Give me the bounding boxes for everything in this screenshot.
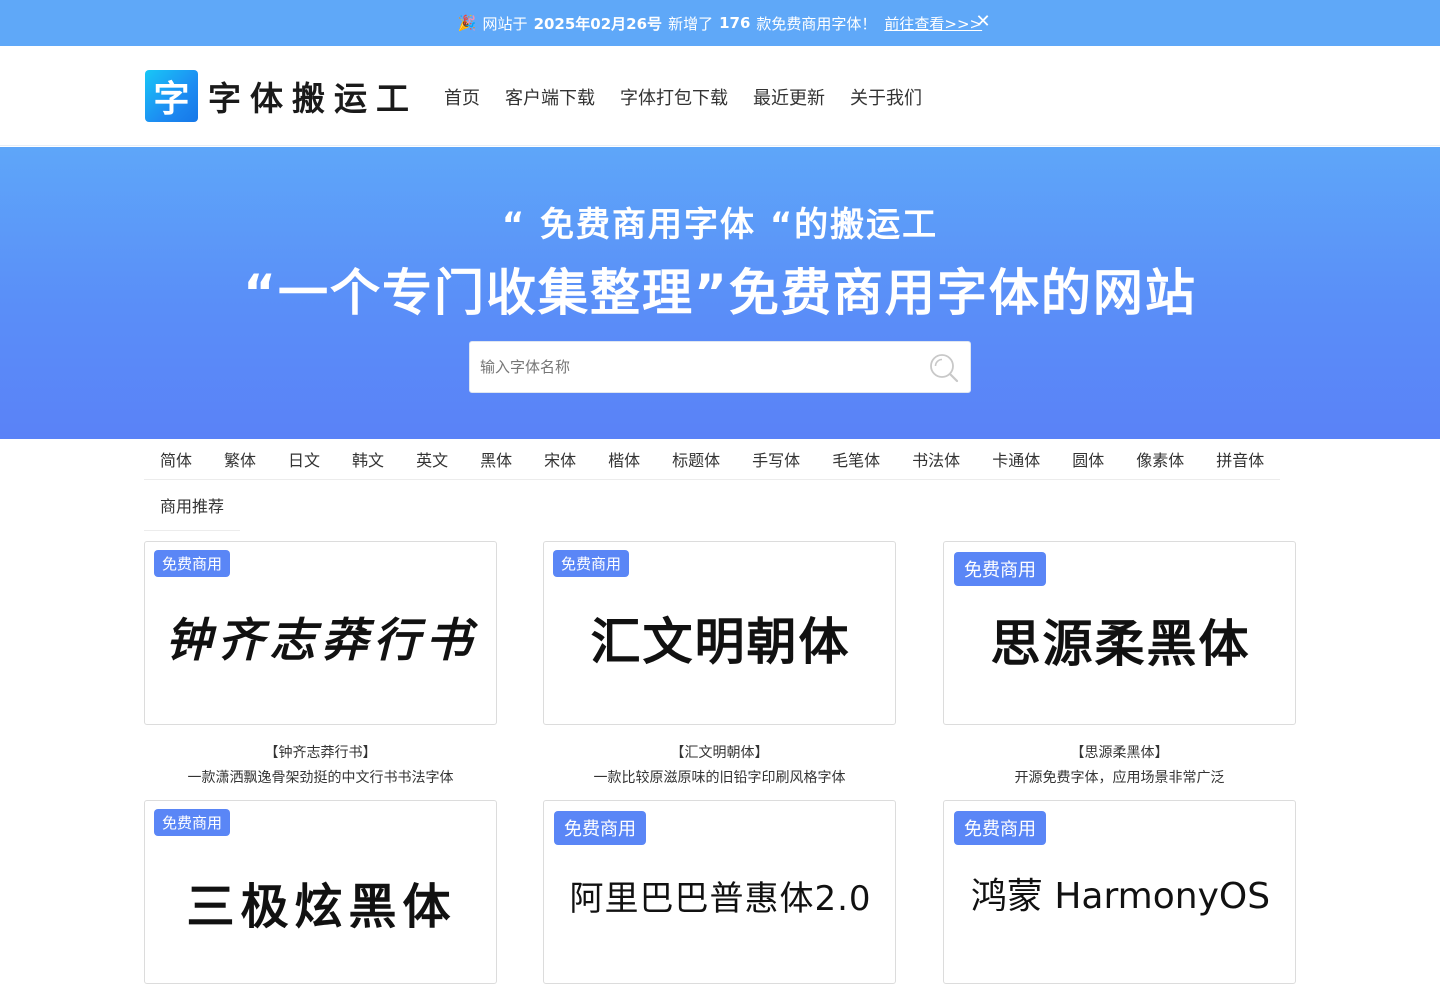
category-english[interactable]: 英文 (400, 447, 464, 471)
font-card[interactable]: 免费商用 思源柔黑体 【思源柔黑体】 开源免费字体，应用场景非常广泛 (943, 541, 1296, 787)
font-sample: 三极炫黑体 (186, 879, 457, 935)
font-description: 开源免费字体，应用场景非常广泛 (1014, 770, 1225, 786)
search-box (469, 341, 971, 393)
announcement-middle: 新增了 (668, 14, 714, 33)
category-pinyin[interactable]: 拼音体 (1200, 447, 1280, 471)
category-row: 简体 繁体 日文 韩文 英文 黑体 宋体 楷体 标题体 手写体 毛笔体 书法体 … (144, 439, 1280, 480)
nav-item-bundle-download[interactable]: 字体打包下载 (620, 84, 728, 110)
font-sample: 钟齐志莽行书 (165, 613, 478, 667)
site-logo[interactable]: 字 字体搬运工 (145, 70, 418, 122)
font-description: 一款潇洒飘逸骨架劲挺的中文行书书法字体 (187, 770, 454, 786)
free-commercial-badge: 免费商用 (154, 809, 231, 836)
announcement-suffix: 款免费商用字体！ (756, 14, 877, 33)
font-card[interactable]: 免费商用 钟齐志莽行书 【钟齐志莽行书】 一款潇洒飘逸骨架劲挺的中文行书书法字体 (144, 541, 497, 787)
category-filter: 简体 繁体 日文 韩文 英文 黑体 宋体 楷体 标题体 手写体 毛笔体 书法体 … (144, 439, 1280, 531)
hero-banner: “ 免费商用字体 “的搬运工 “一个专门收集整理”免费商用字体的网站 (0, 147, 1440, 439)
font-sample: 汇文明朝体 (590, 612, 851, 671)
font-card[interactable]: 免费商用 汇文明朝体 【汇文明朝体】 一款比较原滋原味的旧铅字印刷风格字体 (543, 541, 896, 787)
font-title[interactable]: 【汇文明朝体】 (543, 742, 896, 762)
category-traditional[interactable]: 繁体 (208, 447, 272, 471)
font-description: 一款比较原滋原味的旧铅字印刷风格字体 (593, 770, 846, 786)
site-header: 字 字体搬运工 首页 客户端下载 字体打包下载 最近更新 关于我们 (0, 46, 1440, 146)
logo-name: 字体搬运工 (208, 79, 418, 118)
announcement-message: 🎉 网站于 2025年02月26号 新增了 176 款免费商用字体！ 前往查看>… (458, 13, 982, 34)
category-calligraphy[interactable]: 书法体 (896, 447, 976, 471)
category-korean[interactable]: 韩文 (336, 447, 400, 471)
free-commercial-badge: 免费商用 (154, 550, 231, 577)
category-pixel[interactable]: 像素体 (1120, 447, 1200, 471)
nav-item-about[interactable]: 关于我们 (850, 84, 922, 110)
nav-item-recent-updates[interactable]: 最近更新 (753, 84, 825, 110)
main-nav: 首页 客户端下载 字体打包下载 最近更新 关于我们 (444, 84, 922, 110)
category-commercial-recommended[interactable]: 商用推荐 (144, 480, 241, 531)
category-title[interactable]: 标题体 (656, 447, 736, 471)
party-popper-icon: 🎉 (457, 14, 477, 32)
free-commercial-badge: 免费商用 (954, 552, 1046, 586)
category-song[interactable]: 宋体 (528, 447, 592, 471)
category-japanese[interactable]: 日文 (272, 447, 336, 471)
font-card[interactable]: 免费商用 鸿蒙 HarmonyOS (943, 800, 1296, 984)
category-kai[interactable]: 楷体 (592, 447, 656, 471)
font-card[interactable]: 免费商用 三极炫黑体 (144, 800, 497, 984)
hero-tagline: “ 免费商用字体 “的搬运工 (501, 205, 939, 245)
font-sample: 思源柔黑体 (990, 615, 1251, 673)
nav-item-client-download[interactable]: 客户端下载 (505, 84, 595, 110)
announcement-date: 2025年02月26号 (533, 14, 663, 33)
font-sample: 阿里巴巴普惠体2.0 (569, 879, 872, 919)
close-icon[interactable]: ✕ (972, 11, 994, 33)
font-preview[interactable]: 免费商用 阿里巴巴普惠体2.0 (543, 800, 896, 984)
free-commercial-badge: 免费商用 (554, 811, 646, 845)
category-brush[interactable]: 毛笔体 (816, 447, 896, 471)
font-preview[interactable]: 免费商用 钟齐志莽行书 (144, 541, 497, 725)
category-row: 商用推荐 (144, 480, 1280, 531)
category-cartoon[interactable]: 卡通体 (976, 447, 1056, 471)
announcement-link[interactable]: 前往查看>>> (884, 13, 982, 34)
announcement-bar: 🎉 网站于 2025年02月26号 新增了 176 款免费商用字体！ 前往查看>… (0, 0, 1440, 46)
announcement-prefix: 网站于 (482, 14, 528, 33)
logo-mark: 字 (145, 70, 198, 122)
category-rounded[interactable]: 圆体 (1056, 447, 1120, 471)
font-sample: 鸿蒙 HarmonyOS (970, 876, 1271, 917)
font-preview[interactable]: 免费商用 三极炫黑体 (144, 800, 497, 984)
font-preview[interactable]: 免费商用 鸿蒙 HarmonyOS (943, 800, 1296, 984)
nav-item-home[interactable]: 首页 (444, 84, 480, 110)
font-preview[interactable]: 免费商用 汇文明朝体 (543, 541, 896, 725)
announcement-count: 176 (719, 14, 751, 32)
category-hei[interactable]: 黑体 (464, 447, 528, 471)
category-handwriting[interactable]: 手写体 (736, 447, 816, 471)
free-commercial-badge: 免费商用 (553, 550, 630, 577)
font-preview[interactable]: 免费商用 思源柔黑体 (943, 541, 1296, 725)
free-commercial-badge: 免费商用 (954, 811, 1046, 845)
search-icon[interactable] (928, 352, 960, 384)
font-card[interactable]: 免费商用 阿里巴巴普惠体2.0 (543, 800, 896, 984)
hero-headline: “一个专门收集整理”免费商用字体的网站 (243, 264, 1197, 322)
font-title[interactable]: 【钟齐志莽行书】 (144, 742, 497, 762)
category-simplified[interactable]: 简体 (144, 447, 208, 471)
font-title[interactable]: 【思源柔黑体】 (943, 742, 1296, 762)
search-input[interactable] (480, 342, 920, 392)
